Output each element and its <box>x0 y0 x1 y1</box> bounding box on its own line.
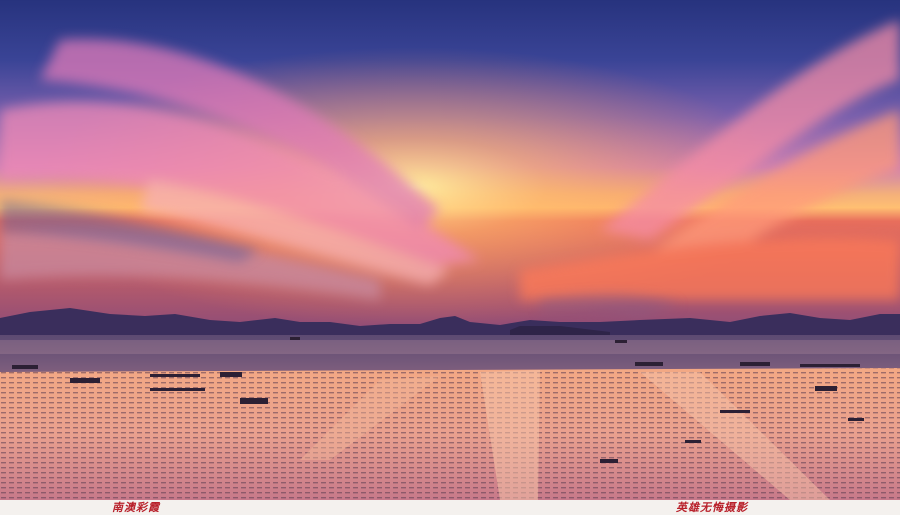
photo-frame: 南澳彩霞 英雄无悔摄影 <box>0 0 900 515</box>
caption-bar: 南澳彩霞 英雄无悔摄影 <box>0 500 900 515</box>
photo-title: 南澳彩霞 <box>112 501 160 514</box>
landscape-photo <box>0 0 900 500</box>
photographer-credit: 英雄无悔摄影 <box>676 501 748 514</box>
